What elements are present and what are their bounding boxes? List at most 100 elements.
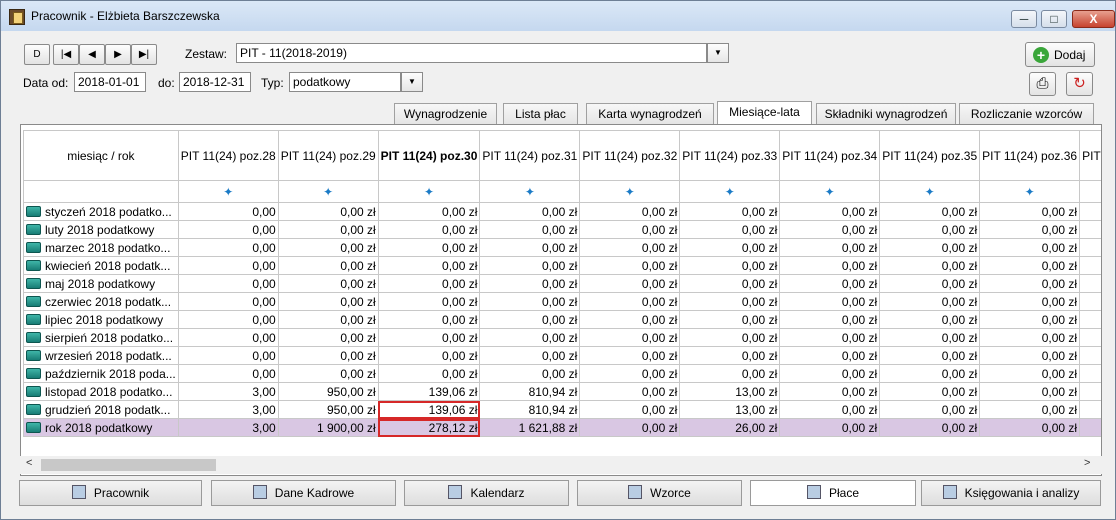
add-button[interactable]: + Dodaj: [1025, 42, 1095, 67]
table-cell[interactable]: 0,00 zł: [579, 346, 681, 365]
row-label-cell[interactable]: luty 2018 podatkowy: [23, 220, 179, 239]
table-row[interactable]: listopad 2018 podatko... 3,00 950,00 zł 139…: [23, 382, 1101, 401]
table-cell[interactable]: 26,00 zł: [679, 418, 781, 437]
table-cell[interactable]: 0,00 zł: [579, 292, 681, 311]
table-cell[interactable]: 0,00 zł: [277, 328, 379, 347]
scroll-left-arrow[interactable]: <: [26, 457, 32, 469]
column-settings-icon[interactable]: [1079, 180, 1101, 203]
table-cell[interactable]: 0,00 zł: [377, 346, 481, 365]
column-header[interactable]: PIT 11(24) poz.29: [277, 130, 379, 181]
bottom-tab-dane-kadrowe[interactable]: Dane Kadrowe: [211, 480, 396, 506]
refresh-button[interactable]: ↻: [1066, 72, 1093, 96]
table-cell[interactable]: 0,00 zł: [377, 220, 481, 239]
table-cell[interactable]: 0,00 zł: [679, 328, 781, 347]
column-settings-icon[interactable]: ✦: [679, 180, 781, 203]
table-cell[interactable]: 0,00 zł: [979, 328, 1081, 347]
table-cell[interactable]: 0,00 zł: [779, 400, 881, 419]
table-cell[interactable]: 0,00 zł: [277, 364, 379, 383]
column-settings-icon[interactable]: ✦: [177, 180, 279, 203]
row-label-cell[interactable]: rok 2018 podatkowy: [23, 418, 179, 437]
table-cell[interactable]: 0,00 zł: [579, 256, 681, 275]
table-cell[interactable]: 0,00: [177, 202, 279, 221]
table-cell[interactable]: 3,00: [177, 400, 279, 419]
row-label-cell[interactable]: maj 2018 podatkowy: [23, 274, 179, 293]
set-select[interactable]: PIT - 11(2018-2019): [236, 43, 707, 63]
table-cell[interactable]: 0,00 zł: [979, 220, 1081, 239]
table-cell[interactable]: 0,00: [177, 364, 279, 383]
table-cell[interactable]: 0,00 zł: [277, 202, 379, 221]
table-cell[interactable]: 0,00 zł: [579, 328, 681, 347]
table-cell[interactable]: 0,00 zł: [779, 220, 881, 239]
table-cell[interactable]: 0,00 zł: [679, 220, 781, 239]
table-cell[interactable]: 0,00 zł: [779, 202, 881, 221]
table-cell[interactable]: 0,00 zł: [377, 328, 481, 347]
table-cell[interactable]: 3,00: [177, 382, 279, 401]
table-cell[interactable]: 0,00 zł: [779, 238, 881, 257]
table-cell[interactable]: 0,00 zł: [979, 292, 1081, 311]
table-cell[interactable]: 0,00 zł: [377, 292, 481, 311]
close-button[interactable]: X: [1072, 10, 1115, 28]
table-cell[interactable]: 0,00 zł: [679, 310, 781, 329]
table-cell[interactable]: 0,00: [177, 238, 279, 257]
table-cell[interactable]: 0,00 zł: [979, 256, 1081, 275]
table-cell[interactable]: [1079, 328, 1101, 347]
row-label-cell[interactable]: wrzesień 2018 podatk...: [23, 346, 179, 365]
table-row[interactable]: kwiecień 2018 podatk... 0,00 0,00 zł 0,00 z…: [23, 256, 1101, 275]
next-record-button[interactable]: ▶: [105, 44, 131, 65]
table-cell[interactable]: 0,00 zł: [779, 310, 881, 329]
table-cell[interactable]: 0,00 zł: [779, 382, 881, 401]
table-cell[interactable]: 0,00 zł: [277, 346, 379, 365]
table-cell[interactable]: 0,00 zł: [879, 238, 981, 257]
row-label-cell[interactable]: październik 2018 poda...: [23, 364, 179, 383]
type-dropdown-button[interactable]: ▼: [401, 72, 423, 92]
table-cell[interactable]: 0,00 zł: [879, 346, 981, 365]
date-to-field[interactable]: 2018-12-31: [179, 72, 251, 92]
table-cell[interactable]: 139,06 zł: [377, 400, 481, 419]
table-cell[interactable]: 810,94 zł: [479, 382, 581, 401]
column-settings-icon[interactable]: ✦: [779, 180, 881, 203]
table-cell[interactable]: 950,00 zł: [277, 382, 379, 401]
table-cell[interactable]: 0,00 zł: [479, 346, 581, 365]
table-cell[interactable]: 0,00 zł: [277, 256, 379, 275]
column-header[interactable]: PIT 11(24) poz.28: [177, 130, 279, 181]
table-cell[interactable]: 1 900,00 zł: [277, 418, 379, 437]
table-cell[interactable]: 0,00 zł: [779, 328, 881, 347]
table-cell[interactable]: 0,00 zł: [979, 310, 1081, 329]
table-row[interactable]: rok 2018 podatkowy 3,00 1 900,00 zł 278,12 …: [23, 418, 1101, 437]
table-cell[interactable]: 0,00 zł: [879, 202, 981, 221]
table-cell[interactable]: 1 621,88 zł: [479, 418, 581, 437]
table-cell[interactable]: 0,00: [177, 256, 279, 275]
table-cell[interactable]: 0,00 zł: [879, 256, 981, 275]
row-label-cell[interactable]: grudzień 2018 podatk...: [23, 400, 179, 419]
table-cell[interactable]: 0,00 zł: [879, 220, 981, 239]
table-cell[interactable]: 0,00 zł: [479, 220, 581, 239]
table-cell[interactable]: 0,00 zł: [377, 364, 481, 383]
table-cell[interactable]: 0,00 zł: [879, 364, 981, 383]
table-cell[interactable]: 0,00 zł: [377, 202, 481, 221]
table-cell[interactable]: 0,00 zł: [579, 202, 681, 221]
table-cell[interactable]: 13,00 zł: [679, 400, 781, 419]
column-settings-icon[interactable]: ✦: [377, 180, 481, 203]
table-row[interactable]: styczeń 2018 podatko... 0,00 0,00 zł 0,00 z…: [23, 202, 1101, 221]
table-cell[interactable]: 0,00 zł: [779, 418, 881, 437]
table-cell[interactable]: 0,00 zł: [779, 292, 881, 311]
column-header[interactable]: PIT 11(24) poz.32: [579, 130, 681, 181]
table-cell[interactable]: 278,12 zł: [377, 418, 481, 437]
date-from-field[interactable]: 2018-01-01: [74, 72, 146, 92]
table-cell[interactable]: 0,00 zł: [377, 310, 481, 329]
column-header[interactable]: PIT 11(24) poz.36: [979, 130, 1081, 181]
column-header-month[interactable]: miesiąc / rok: [23, 130, 179, 181]
table-row[interactable]: luty 2018 podatkowy 0,00 0,00 zł 0,00 zł 0,0…: [23, 220, 1101, 239]
row-label-cell[interactable]: kwiecień 2018 podatk...: [23, 256, 179, 275]
table-cell[interactable]: 0,00 zł: [479, 364, 581, 383]
table-cell[interactable]: 0,00 zł: [879, 310, 981, 329]
table-cell[interactable]: 0,00 zł: [579, 364, 681, 383]
table-cell[interactable]: 139,06 zł: [377, 382, 481, 401]
table-cell[interactable]: 0,00 zł: [979, 238, 1081, 257]
column-settings-icon[interactable]: ✦: [579, 180, 681, 203]
table-cell[interactable]: 0,00 zł: [579, 220, 681, 239]
table-cell[interactable]: 0,00 zł: [879, 400, 981, 419]
table-cell[interactable]: 0,00 zł: [479, 274, 581, 293]
table-cell[interactable]: 0,00 zł: [377, 238, 481, 257]
table-cell[interactable]: 0,00 zł: [277, 292, 379, 311]
